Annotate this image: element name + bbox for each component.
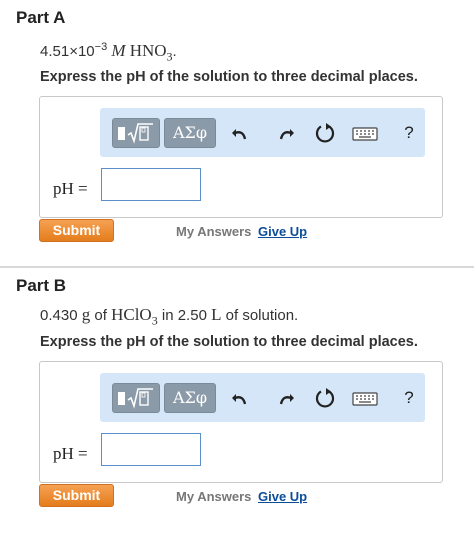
keyboard-button[interactable] <box>350 385 380 411</box>
reset-icon <box>315 388 335 408</box>
undo-icon <box>232 394 247 405</box>
templates-button[interactable] <box>112 383 160 413</box>
undo-button[interactable] <box>228 120 254 146</box>
question-formula: HClO3 <box>111 305 158 328</box>
templates-button[interactable] <box>112 118 160 148</box>
help-button[interactable]: ? <box>396 120 422 146</box>
my-answers-link[interactable]: My Answers <box>176 224 251 239</box>
ph-answer-input[interactable] <box>101 433 201 466</box>
submit-button[interactable]: Submit <box>39 484 114 507</box>
redo-icon <box>279 129 294 140</box>
question-formula: HNO3 <box>129 41 173 63</box>
divider <box>0 266 474 268</box>
question-exponent: −3 <box>94 41 108 53</box>
question-amount: 4.51×10 <box>40 43 95 60</box>
question-unit: L <box>211 305 222 324</box>
math-toolbar: ΑΣφ ? <box>100 108 425 157</box>
my-answers-link[interactable]: My Answers <box>176 489 251 504</box>
greek-symbols-button[interactable]: ΑΣφ <box>164 383 216 413</box>
instruction-text: Express the pH of the solution to three … <box>40 334 418 350</box>
question-unit: M <box>111 41 126 60</box>
reset-button[interactable] <box>312 120 338 146</box>
question-end: of solution. <box>225 307 299 324</box>
give-up-link[interactable]: Give Up <box>258 489 307 504</box>
reset-icon <box>315 123 335 143</box>
formula-text: HClO <box>111 305 152 324</box>
part-title: Part B <box>16 276 67 295</box>
question-end: . <box>172 43 177 60</box>
answer-box: ΑΣφ ? pH = <box>39 361 443 483</box>
question-amount: 0.430 <box>40 307 78 324</box>
part-title: Part A <box>16 8 66 27</box>
math-toolbar: ΑΣφ ? <box>100 373 425 422</box>
redo-icon <box>279 394 294 405</box>
reset-button[interactable] <box>312 385 338 411</box>
question-text: 0.430 g of HClO3 in 2.50 L of solution. <box>40 305 298 328</box>
give-up-link[interactable]: Give Up <box>258 224 307 239</box>
instruction-text: Express the pH of the solution to three … <box>40 69 418 85</box>
templates-icon <box>118 388 153 409</box>
keyboard-button[interactable] <box>350 120 380 146</box>
formula-subscript: 3 <box>151 313 158 328</box>
formula-text: HNO <box>129 41 167 60</box>
answer-box: ΑΣφ ? pH = <box>39 96 443 218</box>
question-unit: g <box>81 305 91 324</box>
keyboard-icon <box>352 127 378 141</box>
question-text: 4.51×10−3 M HNO3. <box>40 41 177 64</box>
keyboard-icon <box>352 392 378 406</box>
redo-button[interactable] <box>272 120 298 146</box>
ph-answer-input[interactable] <box>101 168 201 201</box>
redo-button[interactable] <box>272 385 298 411</box>
answer-label: pH = <box>53 179 88 198</box>
answer-label: pH = <box>53 444 88 463</box>
undo-button[interactable] <box>228 385 254 411</box>
greek-symbols-button[interactable]: ΑΣφ <box>164 118 216 148</box>
undo-icon <box>232 129 247 140</box>
submit-button[interactable]: Submit <box>39 219 114 242</box>
help-button[interactable]: ? <box>396 385 422 411</box>
question-middle: in 2.50 <box>161 307 207 324</box>
templates-icon <box>118 123 153 144</box>
question-of: of <box>94 307 107 324</box>
